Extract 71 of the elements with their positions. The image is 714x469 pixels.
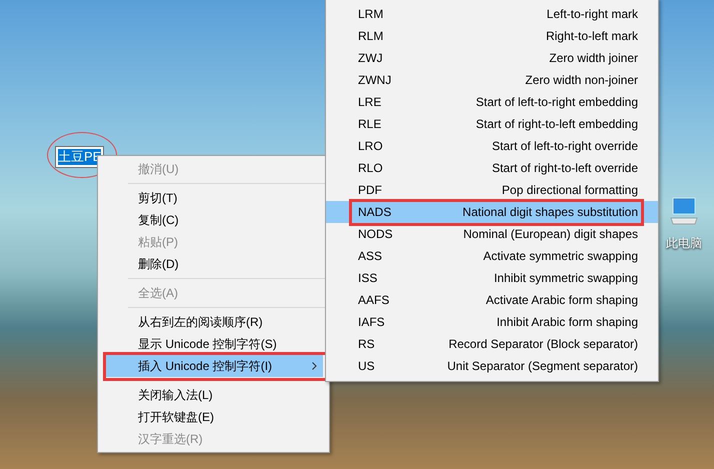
control-description: Pop directional formatting [502,182,638,199]
menu-item[interactable]: NADS National digit shapes substitution [326,201,658,223]
control-description: Inhibit Arabic form shaping [496,314,638,331]
menu-item[interactable]: ZWJ Zero width joiner [326,47,658,69]
menu-item[interactable]: LRE Start of left-to-right embedding [326,91,658,113]
menu-item-label: 显示 Unicode 控制字符(S) [138,336,278,353]
control-description: Zero width non-joiner [525,72,638,89]
menu-item[interactable]: LRM Left-to-right mark [326,3,658,25]
control-description: Nominal (European) digit shapes [463,226,638,243]
control-description: Activate symmetric swapping [483,248,638,265]
menu-item[interactable]: LRO Start of left-to-right override [326,135,658,157]
menu-item-label: 关闭输入法(L) [138,387,214,404]
control-code: NADS [358,204,392,221]
menu-item[interactable]: 复制(C) [104,209,323,231]
menu-item-label: 复制(C) [138,212,180,229]
control-description: Activate Arabic form shaping [486,292,638,309]
control-description: Start of left-to-right embedding [476,94,638,111]
control-code: ASS [358,248,384,265]
control-description: Unit Separator (Segment separator) [447,358,638,375]
menu-item[interactable]: RLE Start of right-to-left embedding [326,113,658,135]
control-description: Start of left-to-right override [492,138,638,155]
control-description: Left-to-right mark [546,6,638,23]
control-description: Start of right-to-left embedding [476,116,638,133]
menu-item-label: 粘贴(P) [138,234,179,251]
menu-item[interactable]: 删除(D) [104,253,323,275]
control-description: Right-to-left mark [546,28,638,45]
control-code: ZWNJ [358,72,392,89]
menu-item-label: 删除(D) [138,256,180,273]
menu-item[interactable]: ZWNJ Zero width non-joiner [326,69,658,91]
menu-item[interactable]: AAFS Activate Arabic form shaping [326,289,658,311]
menu-item-label: 撤消(U) [138,161,180,178]
menu-item[interactable]: 打开软键盘(E) [104,406,323,428]
menu-item[interactable]: 显示 Unicode 控制字符(S) [104,333,323,355]
control-description: National digit shapes substitution [462,204,638,221]
menu-item-label: 剪切(T) [138,190,178,207]
menu-item[interactable]: IAFS Inhibit Arabic form shaping [326,311,658,333]
menu-item[interactable]: NODS Nominal (European) digit shapes [326,223,658,245]
control-code: PDF [358,182,383,199]
control-code: RS [358,336,376,353]
control-code: LRE [358,94,382,111]
menu-item[interactable]: 剪切(T) [104,187,323,209]
control-code: LRM [358,6,384,23]
menu-item-label: 打开软键盘(E) [138,409,215,426]
control-code: US [358,358,376,375]
control-description: Zero width joiner [549,50,638,67]
control-code: AAFS [358,292,390,309]
control-code: RLE [358,116,382,133]
menu-item-label: 从右到左的阅读顺序(R) [138,314,264,331]
control-description: Inhibit symmetric swapping [494,270,638,287]
control-code: LRO [358,138,384,155]
menu-item[interactable]: US Unit Separator (Segment separator) [326,355,658,377]
menu-item[interactable]: RLM Right-to-left mark [326,25,658,47]
control-code: NODS [358,226,394,243]
control-code: IAFS [358,314,386,331]
control-code: ISS [358,270,378,287]
control-code: ZWJ [358,50,384,67]
menu-item[interactable]: RS Record Separator (Block separator) [326,333,658,355]
menu-item-label: 全选(A) [138,285,179,302]
control-description: Start of right-to-left override [492,160,638,177]
menu-item[interactable]: ASS Activate symmetric swapping [326,245,658,267]
menu-item[interactable]: PDF Pop directional formatting [326,179,658,201]
menu-item[interactable]: 从右到左的阅读顺序(R) [104,311,323,333]
control-code: RLM [358,28,384,45]
control-description: Record Separator (Block separator) [448,336,638,353]
control-code: RLO [358,160,384,177]
menu-item[interactable]: ISS Inhibit symmetric swapping [326,267,658,289]
menu-item-label: 插入 Unicode 控制字符(I) [138,358,274,375]
icon-label: 此电脑 [666,235,702,252]
menu-item-label: 汉字重选(R) [138,431,204,448]
menu-item[interactable]: RLO Start of right-to-left override [326,157,658,179]
menu-item[interactable]: 关闭输入法(L) [104,384,323,406]
